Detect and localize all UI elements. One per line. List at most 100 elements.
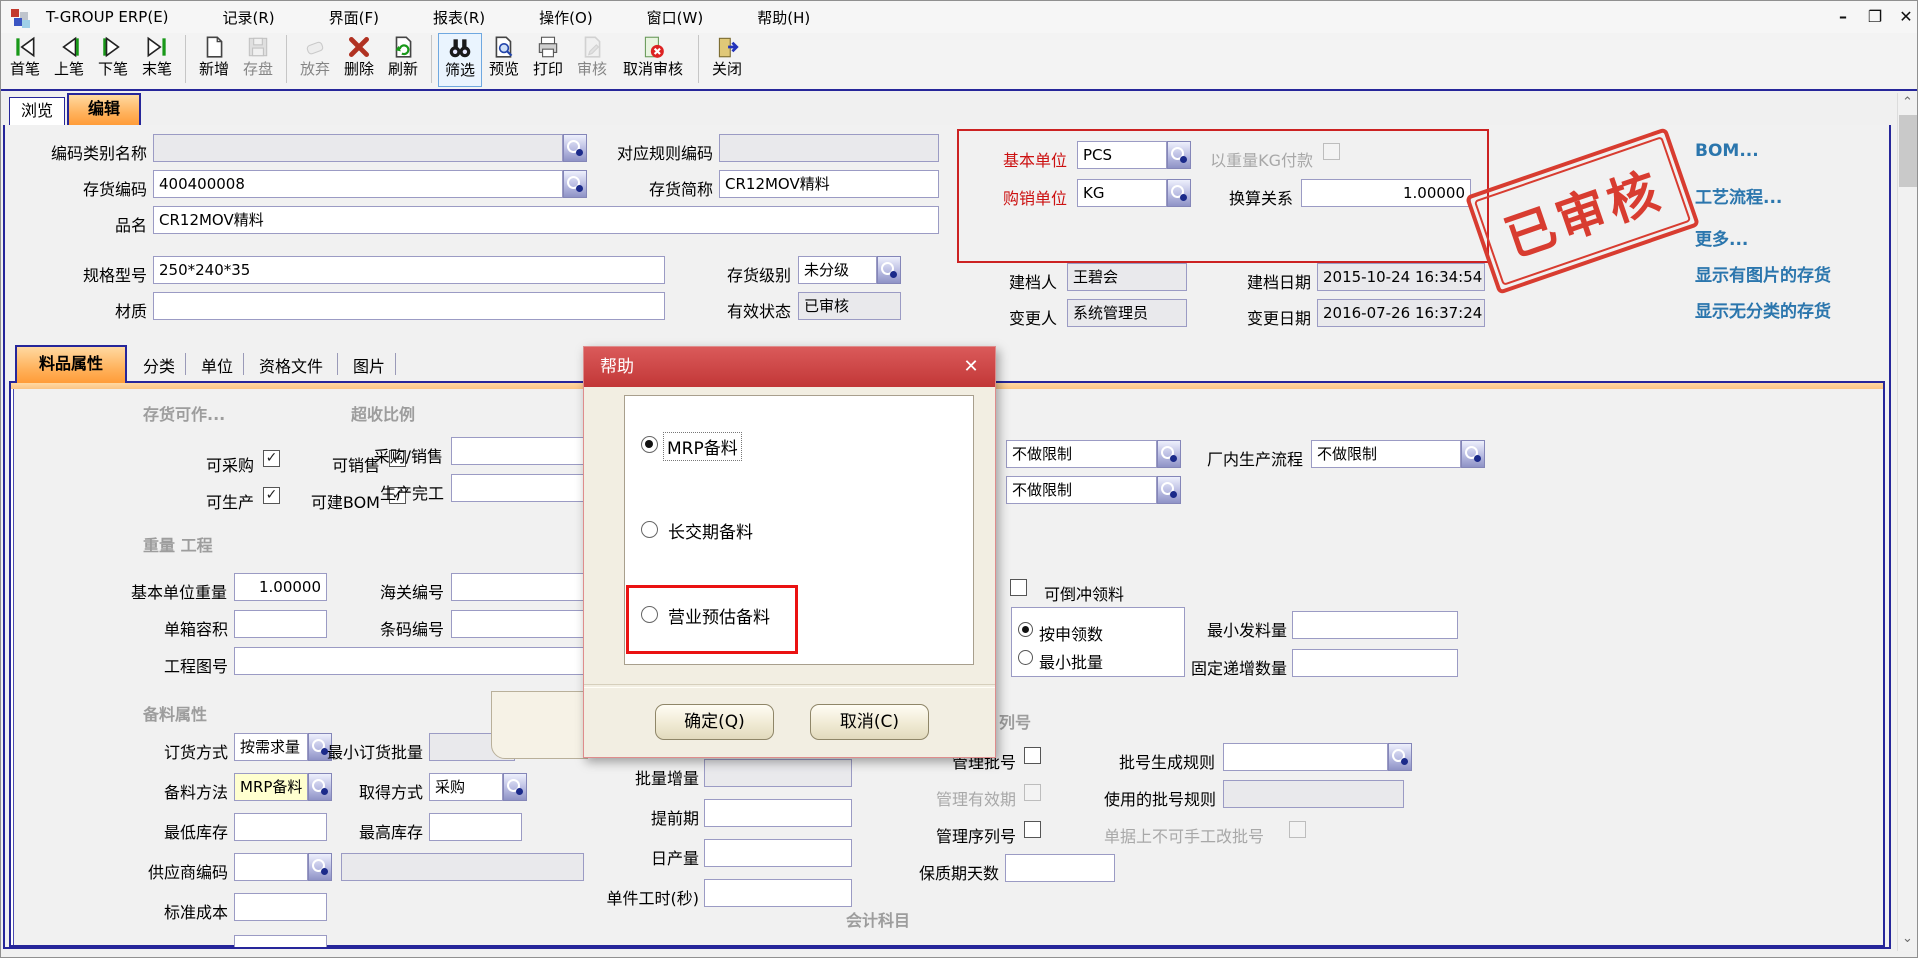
factory-flow-field[interactable]: 不做限制 [1311,440,1461,468]
vertical-scrollbar-track[interactable] [1897,93,1918,951]
restriction-field-1[interactable]: 不做限制 [1006,440,1157,468]
item-name-field[interactable]: CR12MOV精料 [153,206,939,234]
min-issue-qty-field[interactable] [1292,611,1458,639]
restriction-field-2[interactable]: 不做限制 [1006,476,1157,504]
toolbar-label: 上笔 [54,60,84,78]
batch-rule-field[interactable] [1223,743,1388,771]
menu-item-window[interactable]: 窗口(W) [647,7,704,28]
restriction-2-lookup-button[interactable] [1157,476,1181,504]
dialog-ok-button[interactable]: 确定(Q) [655,704,774,740]
order-mode-field[interactable]: 按需求量 [234,733,308,761]
acquire-mode-field[interactable]: 采购 [429,773,503,801]
max-stock-field[interactable] [429,813,522,841]
supplier-code-lookup-button[interactable] [308,853,332,881]
tab-images[interactable]: 图片 [353,353,385,377]
menu-item-app[interactable]: T-GROUP ERP(E) [46,8,169,26]
label-purchase-sale-ratio: 采购/销售 [351,443,443,467]
item-level-field[interactable]: 未分级 [798,256,877,284]
dialog-close-icon[interactable]: ✕ [959,355,983,379]
toolbar-preview-button[interactable]: 预览 [482,33,526,87]
last-record-icon [144,34,170,60]
item-short-field[interactable]: CR12MOV精料 [719,170,939,198]
link-bom[interactable]: BOM... [1695,141,1759,161]
toolbar-filter-button[interactable]: 筛选 [438,33,482,87]
factory-flow-lookup-button[interactable] [1461,440,1485,468]
label-item-short: 存货简称 [593,176,713,200]
min-stock-field[interactable] [234,813,327,841]
std-cost-field[interactable] [234,893,327,921]
unit-work-time-field[interactable] [704,879,852,907]
lookup-icon [507,779,520,792]
link-more[interactable]: 更多... [1695,225,1748,250]
backflush-checkbox[interactable] [1010,579,1027,596]
can-purchase-checkbox[interactable] [263,450,280,467]
spec-field[interactable]: 250*240*35 [153,256,665,284]
tab-item-attributes[interactable]: 料品属性 [15,345,127,383]
toolbar-prev-button[interactable]: 上笔 [47,33,91,87]
min-batch-radio[interactable] [1018,650,1033,665]
toolbar-label: 新增 [199,60,229,78]
manage-serial-checkbox[interactable] [1024,821,1041,838]
scroll-up-icon[interactable]: ⌃ [1897,93,1918,113]
can-produce-checkbox[interactable] [263,487,280,504]
rule-code-field[interactable] [719,134,939,162]
toolbar-separator [431,35,432,83]
code-category-lookup-button[interactable] [563,134,587,162]
base-weight-field[interactable]: 1.00000 [234,573,327,601]
item-code-field[interactable]: 400400008 [153,170,563,198]
link-show-unclassified[interactable]: 显示无分类的存货 [1695,297,1831,322]
menu-item-record[interactable]: 记录(R) [223,7,275,28]
menu-item-operate[interactable]: 操作(O) [539,7,593,28]
item-code-lookup-button[interactable] [563,170,587,198]
tab-unit[interactable]: 单位 [201,353,233,377]
menu-item-help[interactable]: 帮助(H) [757,7,810,28]
item-level-lookup-button[interactable] [877,256,901,284]
modifier-field: 系统管理员 [1067,299,1187,327]
toolbar-cancel-audit-button[interactable]: 取消审核 [614,33,692,87]
long-leadtime-prep-radio[interactable] [641,521,658,538]
supplier-code-field[interactable] [234,853,308,881]
daily-output-field[interactable] [704,839,852,867]
long-leadtime-prep-label[interactable]: 长交期备料 [668,518,753,543]
prep-method-field[interactable]: MRP备料 [234,773,308,801]
by-request-qty-radio[interactable] [1018,622,1033,637]
scroll-down-icon[interactable]: ⌄ [1897,929,1918,949]
mrp-prep-radio[interactable] [641,436,658,453]
menu-item-interface[interactable]: 界面(F) [329,7,379,28]
minimize-button[interactable]: – [1830,5,1856,29]
toolbar-last-button[interactable]: 末笔 [135,33,179,87]
tab-separator [185,353,186,375]
batch-rule-lookup-button[interactable] [1388,743,1412,771]
dialog-cancel-button[interactable]: 取消(C) [810,704,929,740]
prep-method-lookup-button[interactable] [308,773,332,801]
code-category-field[interactable] [153,134,563,162]
tab-browse[interactable]: 浏览 [9,97,65,125]
toolbar-abandon-button: 放弃 [293,33,337,87]
link-process-flow[interactable]: 工艺流程... [1695,183,1782,208]
toolbar-next-button[interactable]: 下笔 [91,33,135,87]
tab-edit[interactable]: 编辑 [67,93,141,125]
box-volume-field[interactable] [234,610,327,638]
tab-qualification-files[interactable]: 资格文件 [259,353,323,377]
save-floppy-icon [245,34,271,60]
toolbar-new-button[interactable]: 新增 [192,33,236,87]
link-show-with-images[interactable]: 显示有图片的存货 [1695,261,1831,286]
toolbar-first-button[interactable]: 首笔 [3,33,47,87]
mrp-prep-label[interactable]: MRP备料 [664,433,741,460]
restriction-1-lookup-button[interactable] [1157,440,1181,468]
toolbar-close-button[interactable]: 关闭 [705,33,749,87]
scrollbar-thumb[interactable] [1899,115,1917,187]
menu-item-report[interactable]: 报表(R) [433,7,485,28]
restore-button[interactable]: ❐ [1862,5,1888,29]
manage-batch-checkbox[interactable] [1024,747,1041,764]
lead-time-field[interactable] [704,799,852,827]
toolbar-delete-button[interactable]: 删除 [337,33,381,87]
toolbar-refresh-button[interactable]: 刷新 [381,33,425,87]
fixed-increment-field[interactable] [1292,649,1458,677]
toolbar-print-button[interactable]: 打印 [526,33,570,87]
tab-classification[interactable]: 分类 [143,353,175,377]
close-button[interactable]: ✕ [1893,5,1918,29]
material-field[interactable] [153,292,665,320]
acquire-mode-lookup-button[interactable] [503,773,527,801]
shelf-life-days-field[interactable] [1005,854,1115,882]
